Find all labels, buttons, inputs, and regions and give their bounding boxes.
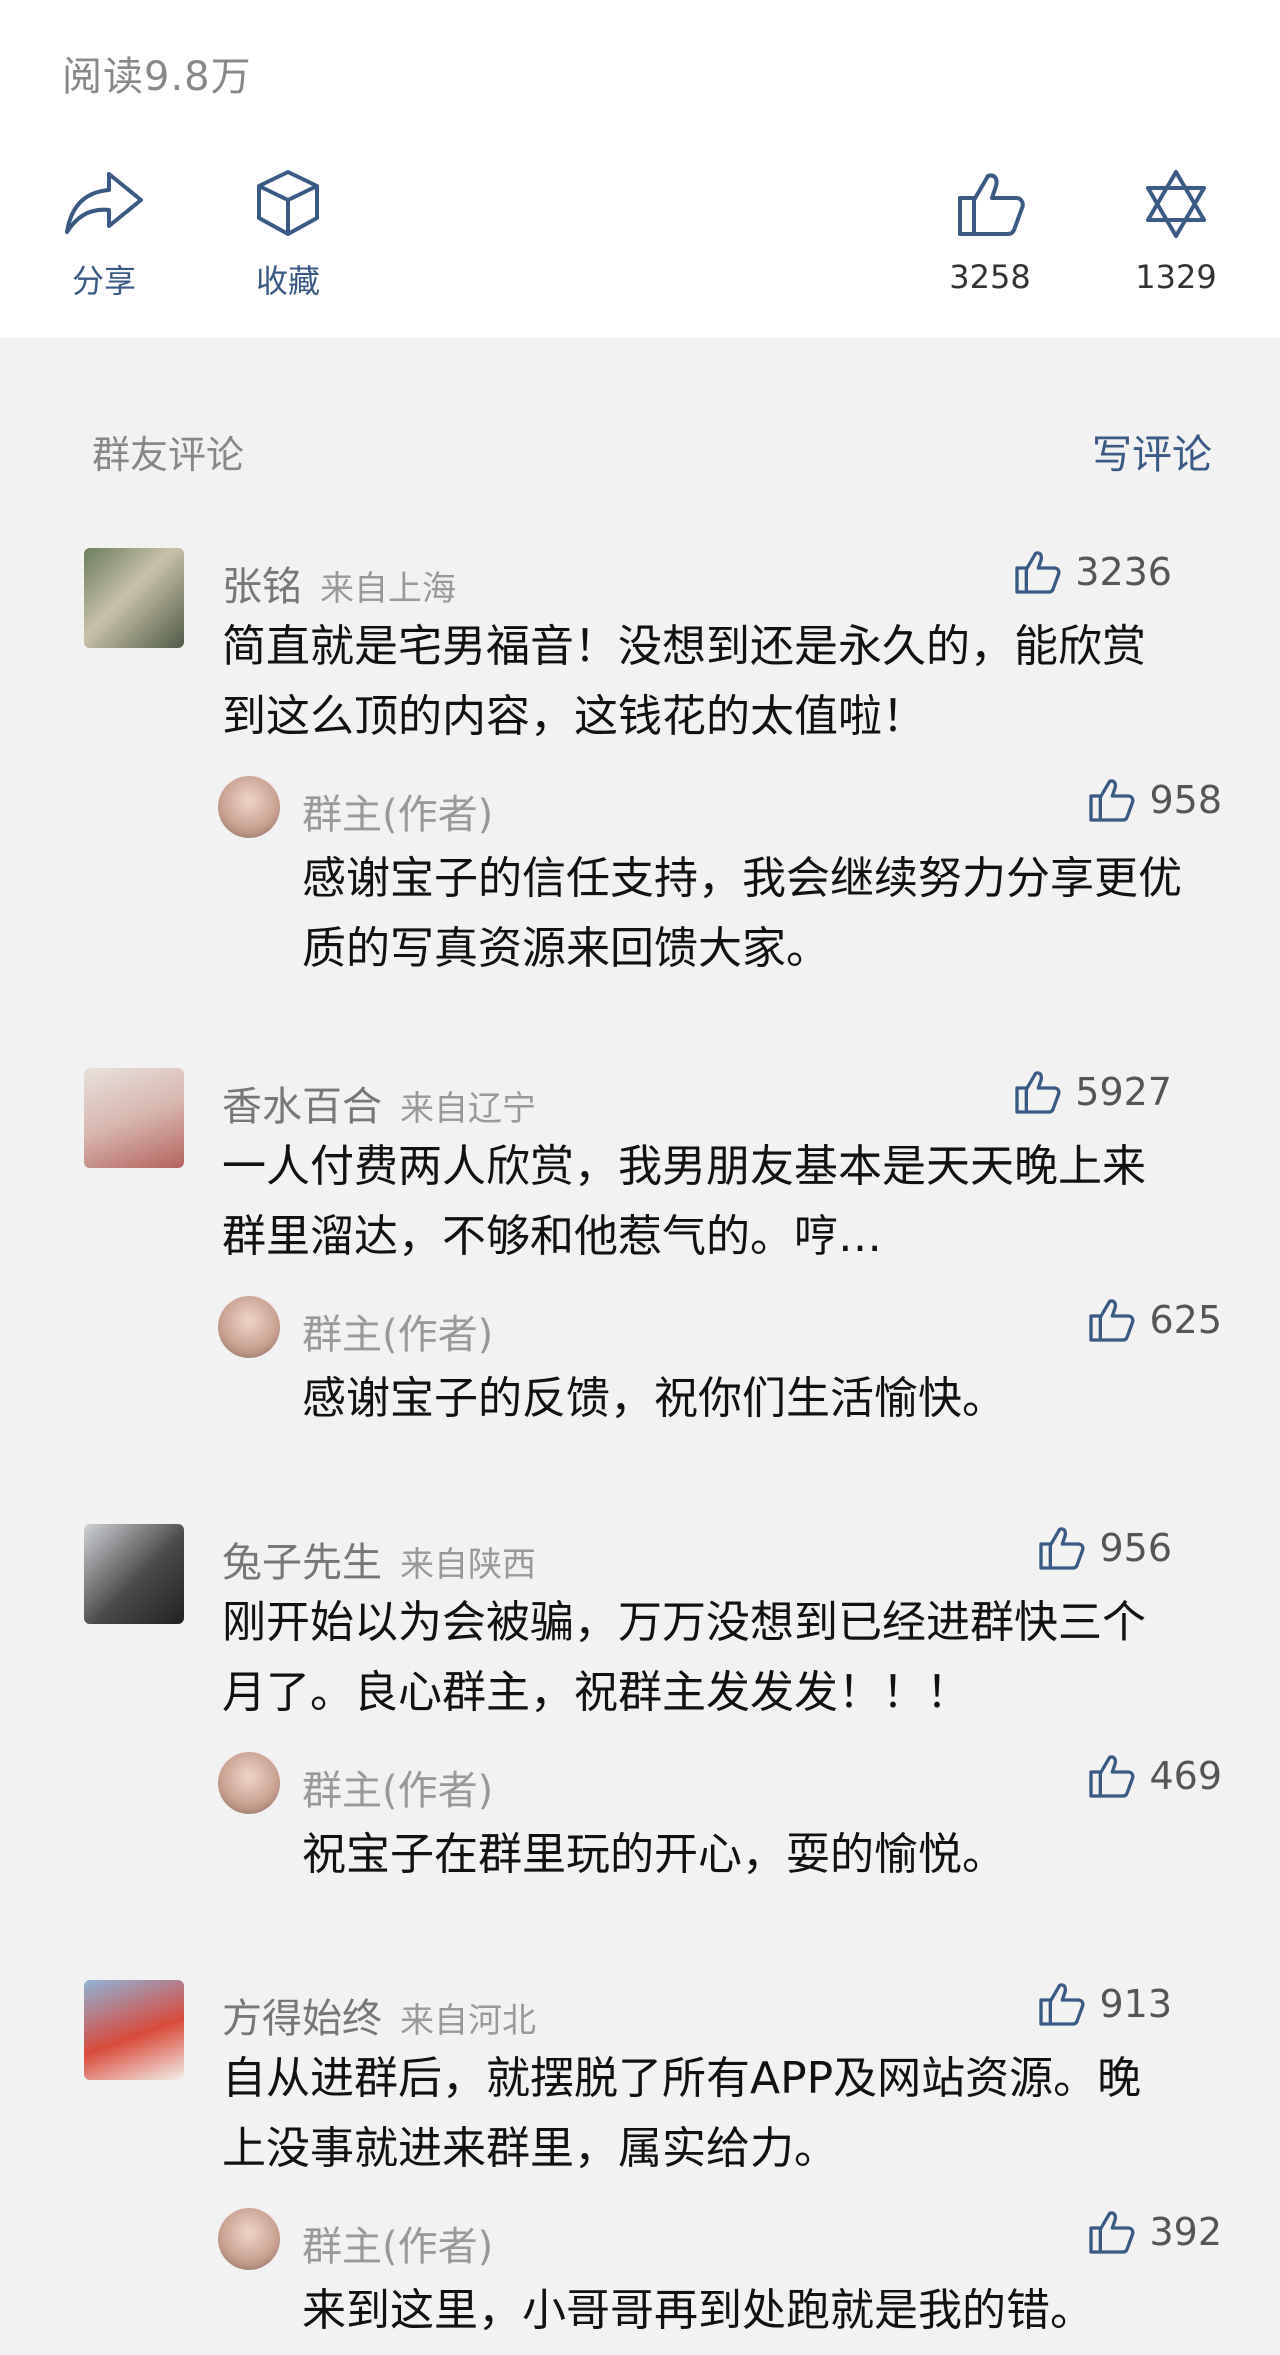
avatar[interactable] <box>84 1980 184 2080</box>
like-count: 3258 <box>949 258 1031 296</box>
comment-like-button[interactable]: 3236 <box>1013 548 1172 596</box>
reply-author: 群主(作者) <box>302 1768 494 1814</box>
reply-text: 感谢宝子的反馈，祝你们生活愉快。 <box>302 1373 1006 1424</box>
like-count: 469 <box>1149 1754 1222 1798</box>
reply-text: 来到这里，小哥哥再到处跑就是我的错。 <box>302 2285 1094 2336</box>
share-button[interactable]: 分享 <box>34 168 174 302</box>
avatar[interactable] <box>218 1752 280 1814</box>
thumbs-up-icon <box>1039 1527 1085 1570</box>
thumbs-up-icon <box>1089 1755 1135 1798</box>
comments-section: 群友评论 写评论 张铭 来自上海 3236 简直就是宅男福音！没想到还是永久的，能… <box>0 338 1280 2355</box>
reply-like-button[interactable]: 625 <box>1087 1296 1222 1344</box>
like-count: 392 <box>1149 2210 1222 2254</box>
section-title: 群友评论 <box>92 433 245 477</box>
author-location: 来自辽宁 <box>400 1089 536 1129</box>
hexagram-icon <box>1146 170 1206 238</box>
like-count: 5927 <box>1075 1070 1172 1114</box>
comment-text: 一人付费两人欣赏，我男朋友基本是天天晚上来群里溜达，不够和他惹气的。哼… <box>222 1141 1146 1262</box>
comment-author[interactable]: 兔子先生 来自陕西 <box>222 1530 536 1588</box>
comment-like-button[interactable]: 913 <box>1037 1980 1172 2028</box>
avatar[interactable] <box>218 1296 280 1358</box>
like-count: 3236 <box>1075 550 1172 594</box>
avatar[interactable] <box>218 2208 280 2270</box>
comment-text: 自从进群后，就摆脱了所有APP及网站资源。晚上没事就进来群里，属实给力。 <box>222 2053 1142 2174</box>
article-footer: 阅读9.8万 分享 收藏 3258 1329 <box>0 0 1280 338</box>
thumbs-up-icon <box>1015 551 1061 594</box>
star-count: 1329 <box>1135 258 1217 296</box>
read-count: 阅读9.8万 <box>62 54 252 100</box>
author-location: 来自陕西 <box>400 1545 536 1585</box>
comment-text: 刚开始以为会被骗，万万没想到已经进群快三个月了。良心群主，祝群主发发发！！！ <box>222 1597 1146 1718</box>
avatar[interactable] <box>84 1524 184 1624</box>
author-name: 张铭 <box>222 564 302 610</box>
thumbs-up-icon <box>1089 1299 1135 1342</box>
reply-like-button[interactable]: 392 <box>1087 2208 1222 2256</box>
reply-author: 群主(作者) <box>302 2224 494 2270</box>
cube-icon <box>257 170 319 236</box>
reply-author: 群主(作者) <box>302 792 494 838</box>
author-name: 兔子先生 <box>222 1540 382 1586</box>
thumbs-up-icon <box>1039 1983 1085 2026</box>
like-count: 625 <box>1149 1298 1222 1342</box>
like-count: 913 <box>1099 1982 1172 2026</box>
author-location: 来自上海 <box>320 569 456 609</box>
author-name: 方得始终 <box>222 1996 382 2042</box>
reply-author: 群主(作者) <box>302 1312 494 1358</box>
comment-author[interactable]: 张铭 来自上海 <box>222 554 456 612</box>
collect-button[interactable]: 收藏 <box>218 168 358 302</box>
collect-label: 收藏 <box>255 262 320 300</box>
comment-like-button[interactable]: 956 <box>1037 1524 1172 1572</box>
thumbs-up-icon <box>1015 1071 1061 1114</box>
avatar[interactable] <box>218 776 280 838</box>
star-button[interactable]: 1329 <box>1106 168 1246 296</box>
like-count: 958 <box>1149 778 1222 822</box>
comment-author[interactable]: 香水百合 来自辽宁 <box>222 1074 536 1132</box>
author-location: 来自河北 <box>400 2001 536 2041</box>
share-icon <box>65 172 143 234</box>
comment-text: 简直就是宅男福音！没想到还是永久的，能欣赏到这么顶的内容，这钱花的太值啦！ <box>222 621 1146 742</box>
share-label: 分享 <box>71 262 136 300</box>
author-name: 香水百合 <box>222 1084 382 1130</box>
reply-text: 祝宝子在群里玩的开心，耍的愉悦。 <box>302 1829 1006 1880</box>
write-comment-button[interactable]: 写评论 <box>1092 422 1212 480</box>
avatar[interactable] <box>84 1068 184 1168</box>
comment-author[interactable]: 方得始终 来自河北 <box>222 1986 536 2044</box>
reply-text: 感谢宝子的信任支持，我会继续努力分享更优质的写真资源来回馈大家。 <box>302 853 1182 974</box>
comment-like-button[interactable]: 5927 <box>1013 1068 1172 1116</box>
thumbs-up-icon <box>1089 779 1135 822</box>
avatar[interactable] <box>84 548 184 648</box>
like-count: 956 <box>1099 1526 1172 1570</box>
thumbs-up-icon <box>1089 2211 1135 2254</box>
thumbs-up-icon <box>958 173 1025 236</box>
like-button[interactable]: 3258 <box>920 168 1060 296</box>
reply-like-button[interactable]: 469 <box>1087 1752 1222 1800</box>
reply-like-button[interactable]: 958 <box>1087 776 1222 824</box>
